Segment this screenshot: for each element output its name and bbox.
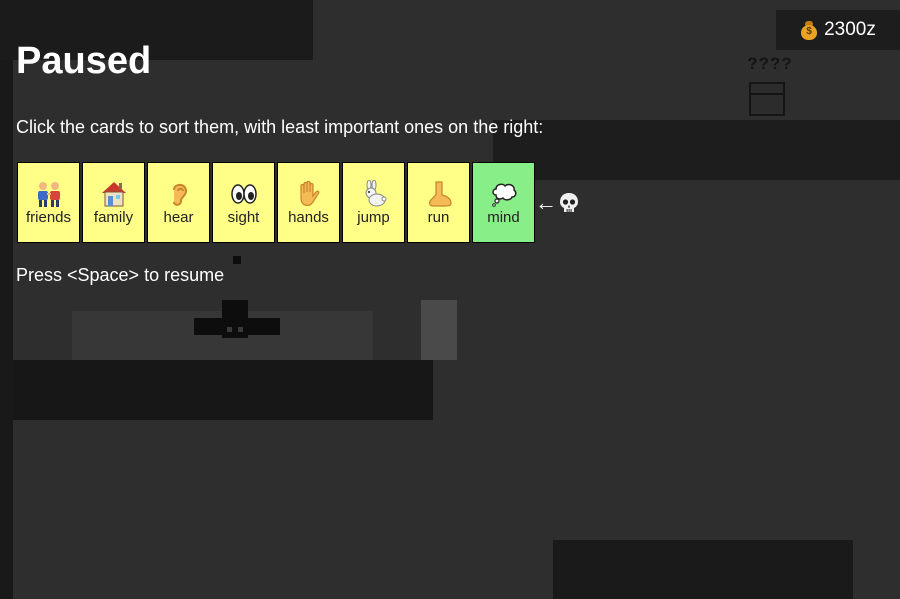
left-wall: [0, 0, 13, 599]
foot-icon: [424, 179, 454, 209]
pillar: [421, 300, 457, 360]
card-family[interactable]: family: [82, 162, 145, 243]
money-counter: $ 2300z: [776, 10, 900, 50]
house-icon: [99, 179, 129, 209]
bottom-platform: [553, 540, 853, 599]
card-sight[interactable]: sight: [212, 162, 275, 243]
card-list: friends family hear sight hands jump run…: [17, 162, 535, 243]
card-label: run: [427, 209, 450, 226]
ear-icon: [164, 179, 194, 209]
card-label: hear: [163, 209, 194, 226]
people-icon: [34, 179, 64, 209]
chest-icon: [749, 82, 785, 116]
resume-hint: Press <Space> to resume: [16, 265, 225, 285]
card-label: mind: [487, 209, 520, 226]
right-ledge: [493, 120, 900, 180]
middle-platform: [13, 360, 433, 420]
money-value: 2300z: [824, 19, 876, 40]
player-character: [194, 300, 280, 338]
card-hear[interactable]: hear: [147, 162, 210, 243]
card-friends[interactable]: friends: [17, 162, 80, 243]
card-label: family: [93, 209, 134, 226]
card-label: friends: [25, 209, 72, 226]
card-hands[interactable]: hands: [277, 162, 340, 243]
page-title: Paused: [16, 40, 152, 82]
card-label: jump: [357, 209, 390, 226]
card-jump[interactable]: jump: [342, 162, 405, 243]
card-label: hands: [288, 209, 329, 226]
skull-icon: [558, 192, 580, 214]
projectile: [233, 256, 241, 264]
money-bag-icon: $: [800, 20, 818, 40]
sort-arrow: ←: [535, 190, 557, 215]
instruction-text: Click the cards to sort them, with least…: [16, 117, 544, 137]
eyes-icon: [229, 179, 259, 209]
thought-bubble-icon: [489, 179, 519, 209]
game-world: ????: [0, 0, 900, 599]
card-label: sight: [227, 209, 260, 226]
chest-label: ????: [747, 54, 793, 73]
card-mind[interactable]: mind: [472, 162, 535, 243]
rabbit-icon: [359, 179, 389, 209]
card-run[interactable]: run: [407, 162, 470, 243]
hand-icon: [294, 179, 324, 209]
